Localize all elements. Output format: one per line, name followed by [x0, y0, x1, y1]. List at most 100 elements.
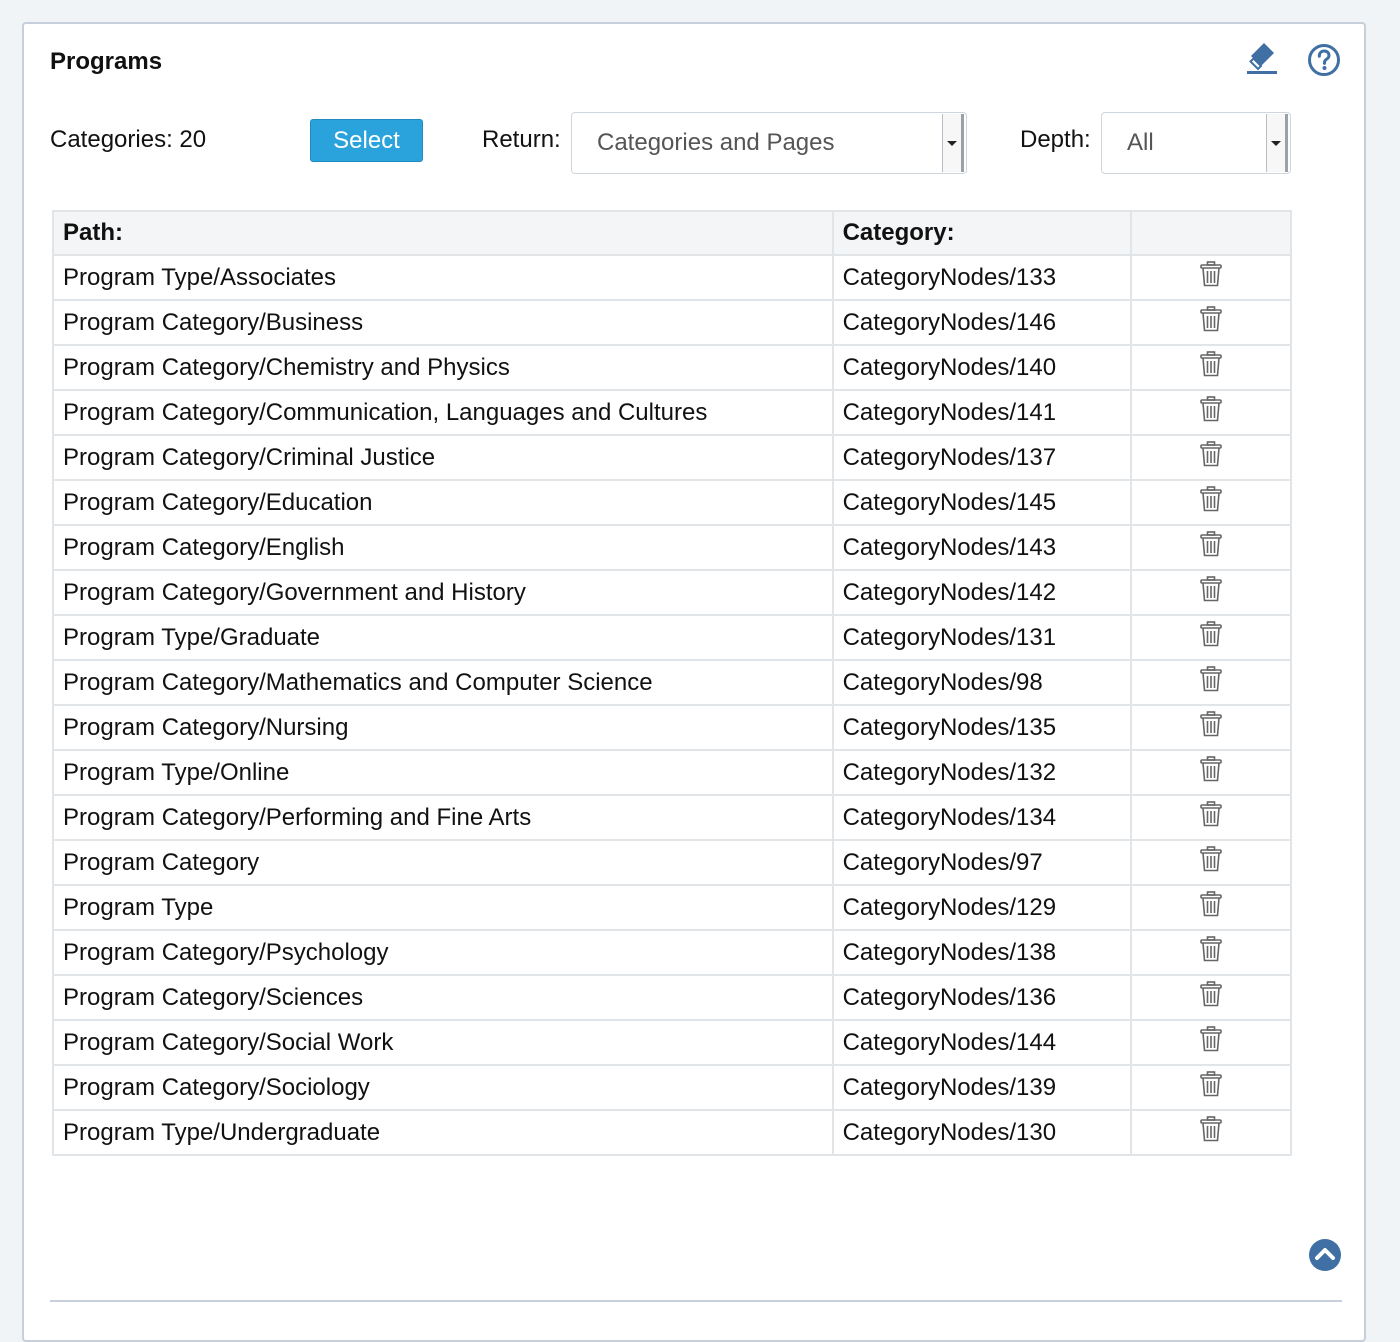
- table-row: Program Category/Mathematics and Compute…: [52, 659, 1292, 706]
- trash-icon[interactable]: [1200, 891, 1222, 924]
- table-row: Program Category/Business CategoryNodes/1…: [52, 299, 1292, 346]
- row-category: CategoryNodes/98: [831, 659, 1133, 706]
- row-category: CategoryNodes/129: [831, 884, 1133, 931]
- trash-icon[interactable]: [1200, 801, 1222, 834]
- trash-icon[interactable]: [1200, 351, 1222, 384]
- row-category: CategoryNodes/136: [831, 974, 1133, 1021]
- row-category: CategoryNodes/97: [831, 839, 1133, 886]
- row-category: CategoryNodes/139: [831, 1064, 1133, 1111]
- row-actions: [1130, 254, 1292, 301]
- row-path: Program Category/Nursing: [52, 704, 834, 751]
- table-row: Program Type/Graduate CategoryNodes/131: [52, 614, 1292, 661]
- row-actions: [1130, 299, 1292, 346]
- row-actions: [1130, 704, 1292, 751]
- row-category: CategoryNodes/132: [831, 749, 1133, 796]
- eraser-icon[interactable]: [1242, 38, 1282, 78]
- row-category: CategoryNodes/146: [831, 299, 1133, 346]
- row-actions: [1130, 524, 1292, 571]
- trash-icon[interactable]: [1200, 306, 1222, 339]
- table-row: Program Category/Education CategoryNodes/…: [52, 479, 1292, 526]
- row-category: CategoryNodes/142: [831, 569, 1133, 616]
- row-actions: [1130, 569, 1292, 616]
- row-path: Program Category/English: [52, 524, 834, 571]
- table-row: Program Category/Performing and Fine Art…: [52, 794, 1292, 841]
- row-actions: [1130, 389, 1292, 436]
- trash-icon[interactable]: [1200, 621, 1222, 654]
- trash-icon[interactable]: [1200, 531, 1222, 564]
- row-path: Program Category/Social Work: [52, 1019, 834, 1066]
- trash-icon[interactable]: [1200, 846, 1222, 879]
- row-category: CategoryNodes/138: [831, 929, 1133, 976]
- row-actions: [1130, 884, 1292, 931]
- depth-label: Depth:: [1020, 126, 1091, 153]
- row-path: Program Type/Associates: [52, 254, 834, 301]
- divider: [50, 1300, 1342, 1302]
- row-actions: [1130, 794, 1292, 841]
- row-category: CategoryNodes/134: [831, 794, 1133, 841]
- trash-icon[interactable]: [1200, 936, 1222, 969]
- trash-icon[interactable]: [1200, 1026, 1222, 1059]
- trash-icon[interactable]: [1200, 981, 1222, 1014]
- table-row: Program Category/Sciences CategoryNodes/1…: [52, 974, 1292, 1021]
- select-button[interactable]: Select: [310, 119, 423, 162]
- table-row: Program Category/Sociology CategoryNodes/…: [52, 1064, 1292, 1111]
- row-actions: [1130, 929, 1292, 976]
- categories-count: Categories: 20: [50, 126, 207, 153]
- trash-icon[interactable]: [1200, 756, 1222, 789]
- table-row: Program Category/Criminal Justice Categor…: [52, 434, 1292, 481]
- row-path: Program Category/Government and History: [52, 569, 834, 616]
- table-row: Program Category/Social Work CategoryNode…: [52, 1019, 1292, 1066]
- depth-dropdown[interactable]: All: [1101, 112, 1291, 174]
- row-path: Program Category/Psychology: [52, 929, 834, 976]
- row-actions: [1130, 479, 1292, 526]
- table-row: Program Category/Psychology CategoryNodes…: [52, 929, 1292, 976]
- table-row: Program Category/Nursing CategoryNodes/13…: [52, 704, 1292, 751]
- categories-table: Path: Category: Program Type/Associates C…: [52, 210, 1292, 1156]
- return-dropdown[interactable]: Categories and Pages: [571, 112, 967, 174]
- table-row: Program Type/Undergraduate CategoryNodes/…: [52, 1109, 1292, 1156]
- trash-icon[interactable]: [1200, 576, 1222, 609]
- path-header: Path:: [52, 210, 834, 256]
- trash-icon[interactable]: [1200, 666, 1222, 699]
- panel-title: Programs: [50, 48, 163, 75]
- row-category: CategoryNodes/141: [831, 389, 1133, 436]
- row-category: CategoryNodes/145: [831, 479, 1133, 526]
- row-actions: [1130, 344, 1292, 391]
- row-actions: [1130, 839, 1292, 886]
- table-row: Program Type CategoryNodes/129: [52, 884, 1292, 931]
- chevron-down-icon[interactable]: [942, 114, 964, 172]
- return-dropdown-value: Categories and Pages: [597, 129, 835, 156]
- row-path: Program Category: [52, 839, 834, 886]
- depth-dropdown-value: All: [1127, 129, 1154, 156]
- category-header: Category:: [831, 210, 1133, 256]
- trash-icon[interactable]: [1200, 1071, 1222, 1104]
- row-path: Program Type/Undergraduate: [52, 1109, 834, 1156]
- row-category: CategoryNodes/131: [831, 614, 1133, 661]
- row-path: Program Category/Communication, Language…: [52, 389, 834, 436]
- table-row: Program Category/English CategoryNodes/14…: [52, 524, 1292, 571]
- table-row: Program Type/Associates CategoryNodes/133: [52, 254, 1292, 301]
- row-actions: [1130, 434, 1292, 481]
- help-circle-icon[interactable]: [1304, 40, 1344, 80]
- trash-icon[interactable]: [1200, 711, 1222, 744]
- row-actions: [1130, 1109, 1292, 1156]
- row-path: Program Category/Criminal Justice: [52, 434, 834, 481]
- scroll-top-icon[interactable]: [1308, 1238, 1342, 1272]
- table-body: Program Type/Associates CategoryNodes/133…: [52, 254, 1292, 1156]
- row-actions: [1130, 1064, 1292, 1111]
- row-path: Program Category/Mathematics and Compute…: [52, 659, 834, 706]
- row-path: Program Type/Online: [52, 749, 834, 796]
- row-path: Program Type: [52, 884, 834, 931]
- row-path: Program Category/Education: [52, 479, 834, 526]
- row-path: Program Category/Sciences: [52, 974, 834, 1021]
- trash-icon[interactable]: [1200, 441, 1222, 474]
- trash-icon[interactable]: [1200, 396, 1222, 429]
- row-category: CategoryNodes/133: [831, 254, 1133, 301]
- trash-icon[interactable]: [1200, 261, 1222, 294]
- chevron-down-icon[interactable]: [1266, 114, 1288, 172]
- row-actions: [1130, 659, 1292, 706]
- row-path: Program Category/Performing and Fine Art…: [52, 794, 834, 841]
- trash-icon[interactable]: [1200, 486, 1222, 519]
- trash-icon[interactable]: [1200, 1116, 1222, 1149]
- table-header-row: Path: Category:: [52, 210, 1292, 256]
